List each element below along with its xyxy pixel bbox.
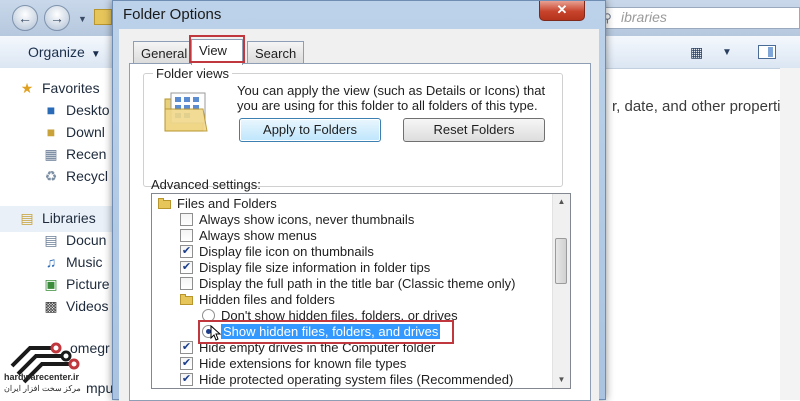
recent-places-icon: ▦: [44, 145, 58, 162]
scroll-thumb[interactable]: [555, 238, 567, 284]
setting-label: Display file size information in folder …: [199, 259, 431, 275]
preview-pane-icon[interactable]: [758, 45, 776, 59]
folder-views-legend: Folder views: [153, 66, 232, 81]
folder-icon: [94, 9, 112, 25]
tab-search[interactable]: Search: [247, 41, 305, 63]
organize-label: Organize: [28, 44, 85, 60]
apply-to-folders-button[interactable]: Apply to Folders: [239, 118, 381, 142]
advanced-settings-tree: Files and Folders Always show icons, nev…: [151, 193, 571, 389]
libraries-icon: ▤: [20, 209, 34, 226]
details-pane-hint: r, date, and other properties.: [612, 98, 800, 115]
nav-recycle-bin[interactable]: ♻ Recycl: [42, 167, 109, 185]
checkbox[interactable]: [180, 212, 193, 226]
settings-scrollbar[interactable]: ▲ ▼: [552, 194, 570, 388]
checkbox-checked[interactable]: ✔: [180, 372, 193, 386]
nav-videos-label: Videos: [66, 298, 109, 314]
setting-display-file-size[interactable]: ✔ Display file size information in folde…: [180, 259, 430, 275]
music-icon: ♫: [45, 254, 57, 270]
star-icon: ★: [20, 79, 34, 96]
nav-favorites-label: Favorites: [42, 80, 100, 96]
documents-icon: ▤: [44, 231, 58, 248]
setting-label: Always show menus: [199, 227, 317, 243]
search-input[interactable]: ⚲ ibraries: [596, 7, 800, 29]
watermark-site: hardwarecenter.ir: [4, 372, 80, 382]
nav-favorites[interactable]: ★ Favorites: [18, 79, 100, 97]
nav-recycle-label: Recycl: [66, 168, 109, 184]
close-icon[interactable]: ✕: [539, 1, 585, 21]
nav-documents-label: Docun: [66, 232, 107, 248]
folder-views-description: You can apply the view (such as Details …: [237, 83, 546, 113]
nav-downloads-label: Downl: [66, 124, 105, 140]
folder-views-icon: [164, 92, 208, 132]
forward-arrow-icon[interactable]: →: [44, 5, 70, 31]
recycle-bin-icon: ♻: [44, 167, 58, 184]
setting-label: Hidden files and folders: [199, 291, 335, 307]
tree-folder-hidden-files: Hidden files and folders: [180, 291, 335, 307]
checkbox[interactable]: [180, 228, 193, 242]
back-arrow-icon[interactable]: ←: [12, 5, 38, 31]
nav-music[interactable]: ♫ Music: [42, 254, 103, 270]
recent-pages-chevron-icon[interactable]: ▼: [78, 14, 87, 24]
nav-desktop-label: Deskto: [66, 102, 110, 118]
setting-always-show-menus[interactable]: Always show menus: [180, 227, 317, 243]
search-placeholder: ibraries: [621, 9, 667, 25]
show-hidden-highlight: [198, 320, 454, 344]
setting-label: Display file icon on thumbnails: [199, 243, 374, 259]
setting-hide-extensions[interactable]: ✔ Hide extensions for known file types: [180, 355, 406, 371]
setting-label: Display the full path in the title bar (…: [199, 275, 516, 291]
tab-general[interactable]: General: [133, 41, 196, 63]
organize-menu[interactable]: Organize ▼: [28, 44, 101, 60]
chevron-down-icon: ▼: [90, 49, 101, 60]
folder-icon: [158, 197, 171, 209]
view-chevron-down-icon[interactable]: ▼: [722, 47, 732, 58]
setting-hide-protected-files[interactable]: ✔ Hide protected operating system files …: [180, 371, 513, 387]
reset-folders-button[interactable]: Reset Folders: [403, 118, 545, 142]
watermark-tagline: مرکز سخت افزار ایران: [4, 384, 81, 393]
dialog-body: General View Search Folder views You can…: [119, 29, 599, 401]
setting-label: Files and Folders: [177, 195, 277, 211]
downloads-folder-icon: ■: [46, 124, 56, 140]
explorer-scrollbar[interactable]: [780, 68, 800, 400]
setting-label: Always show icons, never thumbnails: [199, 211, 415, 227]
checkbox-checked[interactable]: ✔: [180, 356, 193, 370]
checkbox-checked[interactable]: ✔: [180, 244, 193, 258]
nav-pictures-label: Picture: [66, 276, 110, 292]
nav-pictures[interactable]: ▣ Picture: [42, 275, 110, 293]
nav-documents[interactable]: ▤ Docun: [42, 231, 107, 249]
checkbox-checked[interactable]: ✔: [180, 340, 193, 354]
nav-recent-label: Recen: [66, 146, 107, 162]
nav-libraries-label: Libraries: [42, 210, 96, 226]
setting-label: Hide extensions for known file types: [199, 355, 407, 371]
videos-icon: ▩: [44, 297, 58, 314]
folder-icon: [180, 293, 193, 305]
setting-label: Hide protected operating system files (R…: [199, 371, 514, 387]
view-tab-highlight: [189, 35, 245, 63]
desktop-icon: ■: [46, 102, 56, 118]
scroll-down-arrow-icon[interactable]: ▼: [553, 372, 570, 388]
nav-downloads[interactable]: ■ Downl: [42, 124, 105, 140]
setting-always-show-icons[interactable]: Always show icons, never thumbnails: [180, 211, 414, 227]
pictures-icon: ▣: [44, 275, 58, 292]
nav-libraries[interactable]: ▤ Libraries: [18, 209, 96, 227]
nav-music-label: Music: [66, 254, 103, 270]
nav-recent[interactable]: ▦ Recen: [42, 145, 107, 163]
mouse-pointer-icon: [210, 325, 222, 341]
scroll-up-arrow-icon[interactable]: ▲: [553, 194, 570, 210]
checkbox-checked[interactable]: ✔: [180, 260, 193, 274]
setting-display-full-path[interactable]: Display the full path in the title bar (…: [180, 275, 515, 291]
dialog-title: Folder Options: [123, 6, 222, 23]
checkbox[interactable]: [180, 276, 193, 290]
setting-display-file-icon[interactable]: ✔ Display file icon on thumbnails: [180, 243, 374, 259]
advanced-settings-label: Advanced settings:: [151, 177, 261, 192]
tree-folder-files-and-folders: Files and Folders: [158, 195, 277, 211]
nav-desktop[interactable]: ■ Deskto: [42, 102, 110, 118]
nav-videos[interactable]: ▩ Videos: [42, 297, 109, 315]
view-options-icon[interactable]: ▦: [690, 44, 703, 61]
